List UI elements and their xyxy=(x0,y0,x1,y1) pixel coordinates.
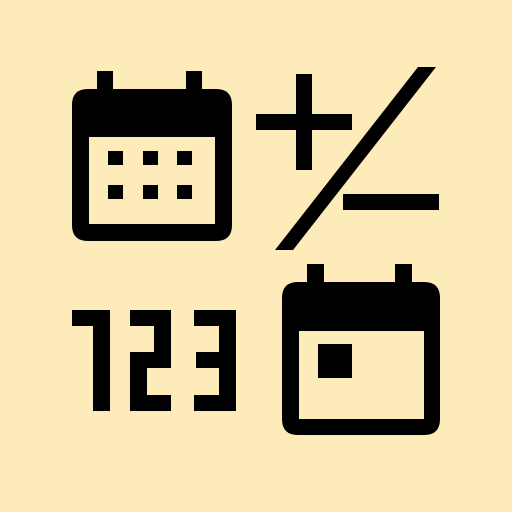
app-icon-tile xyxy=(0,0,512,512)
date-calculator-icon xyxy=(0,0,512,512)
digit-one-stem xyxy=(93,310,110,411)
calendar-cell xyxy=(143,151,158,165)
numbers-123-icon xyxy=(72,310,236,411)
calendar-day-marker xyxy=(318,344,352,378)
digit-one-flag xyxy=(72,310,96,326)
calendar-cell xyxy=(108,185,123,199)
calendar-cell xyxy=(143,185,158,199)
plus-vertical xyxy=(296,74,312,170)
icon-background xyxy=(0,0,512,512)
digit-three xyxy=(194,310,236,411)
calendar-cell xyxy=(108,151,123,165)
digit-two xyxy=(130,310,171,411)
calendar-cell xyxy=(177,185,192,199)
minus-bar xyxy=(343,194,439,210)
calendar-cell xyxy=(177,151,192,165)
